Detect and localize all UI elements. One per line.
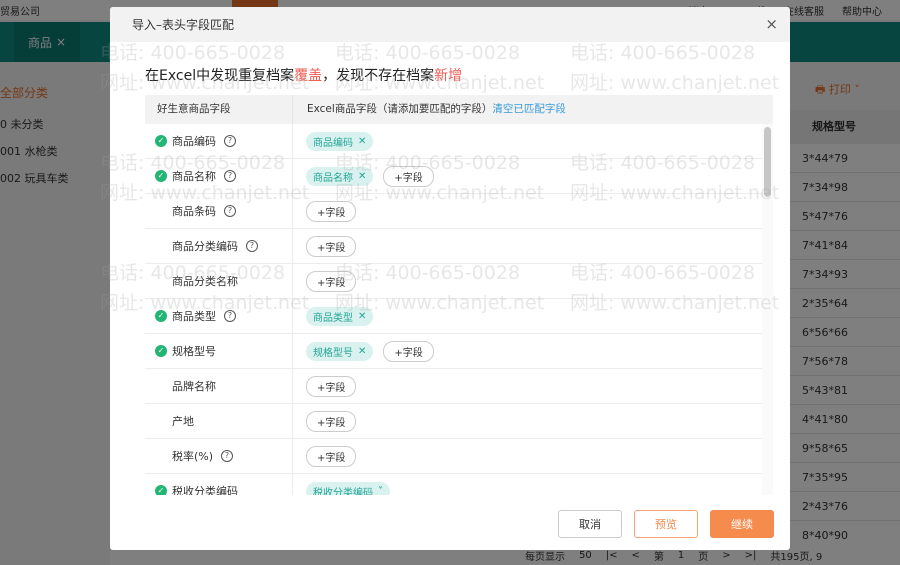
- field-label: 税收分类编码: [172, 485, 238, 495]
- header-excel-field: Excel商品字段（请添加要匹配的字段）清空已匹配字段: [293, 95, 566, 124]
- field-label: 商品条码: [172, 205, 216, 218]
- excel-field-cell: +字段: [293, 194, 357, 228]
- mapping-row: 品牌名称 +字段: [145, 369, 773, 404]
- system-field-cell: 品牌名称: [145, 369, 293, 403]
- excel-field-cell: 商品名称 ✕ +字段: [293, 159, 434, 193]
- tag-label: 税收分类编码: [313, 487, 373, 496]
- scrollbar-thumb[interactable]: [764, 127, 771, 197]
- mapping-row: ✓ 规格型号 规格型号 ✕ +字段: [145, 334, 773, 369]
- excel-field-cell: +字段: [293, 229, 357, 263]
- subtitle-overwrite: 覆盖: [294, 68, 323, 84]
- help-icon[interactable]: ?: [224, 135, 236, 147]
- dialog-subtitle: 在Excel中发现重复档案覆盖，发现不存在档案新增: [145, 65, 462, 85]
- add-field-button[interactable]: +字段: [306, 235, 357, 257]
- remove-tag-icon[interactable]: ✕: [358, 311, 366, 322]
- excel-field-cell: +字段: [293, 439, 357, 473]
- tag-label: 商品编码: [313, 137, 353, 149]
- remove-tag-icon[interactable]: ✕: [358, 346, 366, 357]
- mapping-table: 好生意商品字段 Excel商品字段（请添加要匹配的字段）清空已匹配字段 ✓ 商品编…: [145, 95, 773, 495]
- system-field-cell: 税率(%)?: [145, 439, 293, 473]
- mapping-row: 商品分类名称 +字段: [145, 264, 773, 299]
- header-excel-label: Excel商品字段（请添加要匹配的字段）: [307, 103, 493, 115]
- subtitle-text: 在Excel中发现重复档案: [145, 68, 295, 84]
- tag-label: 商品名称: [313, 172, 353, 184]
- excel-field-cell: +字段: [293, 404, 357, 438]
- check-icon: ✓: [155, 135, 167, 147]
- help-icon[interactable]: ?: [224, 310, 236, 322]
- mapping-row: ✓ 商品名称? 商品名称 ✕ +字段: [145, 159, 773, 194]
- matched-field-tag: 商品编码 ✕: [306, 131, 374, 151]
- system-field-cell: 商品分类名称: [145, 264, 293, 298]
- add-field-button[interactable]: +字段: [306, 200, 357, 222]
- help-icon[interactable]: ?: [246, 240, 258, 252]
- field-label: 规格型号: [172, 345, 216, 358]
- field-label: 税率(%): [172, 450, 214, 463]
- header-system-field: 好生意商品字段: [145, 95, 293, 124]
- system-field-cell: ✓ 商品名称?: [145, 159, 293, 193]
- matched-field-tag: 商品名称 ✕: [306, 166, 374, 186]
- matched-field-tag: 规格型号 ✕: [306, 341, 374, 361]
- excel-field-cell: 规格型号 ✕ +字段: [293, 334, 434, 368]
- field-label: 产地: [172, 415, 194, 428]
- tag-label: 商品类型: [313, 312, 353, 324]
- system-field-cell: ✓ 规格型号: [145, 334, 293, 368]
- matched-field-tag: 商品类型 ✕: [306, 306, 374, 326]
- check-icon: ✓: [155, 310, 167, 322]
- check-icon: ✓: [155, 485, 167, 495]
- mapping-row: 税率(%)? +字段: [145, 439, 773, 474]
- system-field-cell: 产地: [145, 404, 293, 438]
- mapping-row: ✓ 商品类型? 商品类型 ✕: [145, 299, 773, 334]
- add-field-button[interactable]: +字段: [306, 270, 357, 292]
- scrollbar-track[interactable]: [762, 124, 773, 495]
- mapping-row: 商品条码? +字段: [145, 194, 773, 229]
- system-field-cell: ✓ 商品编码?: [145, 124, 293, 158]
- excel-field-cell: +字段: [293, 369, 357, 403]
- field-label: 商品分类编码: [172, 240, 238, 253]
- subtitle-add: 新增: [434, 68, 463, 84]
- mapping-row: 产地 +字段: [145, 404, 773, 439]
- system-field-cell: ✓ 税收分类编码: [145, 474, 293, 495]
- add-field-button[interactable]: +字段: [306, 445, 357, 467]
- add-field-button[interactable]: +字段: [306, 410, 357, 432]
- check-icon: ✓: [155, 345, 167, 357]
- continue-button[interactable]: 继续: [710, 510, 774, 538]
- mapping-row: 商品分类编码? +字段: [145, 229, 773, 264]
- add-field-button[interactable]: +字段: [383, 165, 434, 187]
- remove-tag-icon[interactable]: ✕: [358, 136, 366, 147]
- dialog-title: 导入–表头字段匹配: [132, 18, 235, 32]
- table-header: 好生意商品字段 Excel商品字段（请添加要匹配的字段）清空已匹配字段: [145, 95, 773, 124]
- system-field-cell: 商品条码?: [145, 194, 293, 228]
- excel-field-cell: 税收分类编码 ˅: [293, 474, 390, 495]
- help-icon[interactable]: ?: [224, 205, 236, 217]
- help-icon[interactable]: ?: [221, 450, 234, 462]
- field-label: 商品名称: [172, 170, 216, 183]
- field-mapping-dialog: 导入–表头字段匹配 × 在Excel中发现重复档案覆盖，发现不存在档案新增 好生…: [110, 7, 790, 550]
- dialog-header: 导入–表头字段匹配 ×: [110, 7, 790, 42]
- excel-field-cell: +字段: [293, 264, 357, 298]
- field-label: 商品编码: [172, 135, 216, 148]
- subtitle-text: ，发现不存在档案: [322, 68, 435, 84]
- matched-field-tag: 税收分类编码 ˅: [306, 481, 390, 496]
- add-field-button[interactable]: +字段: [383, 340, 434, 362]
- cancel-button[interactable]: 取消: [558, 510, 622, 538]
- clear-matched-link[interactable]: 清空已匹配字段: [492, 103, 566, 115]
- field-label: 商品类型: [172, 310, 216, 323]
- preview-button[interactable]: 预览: [634, 510, 698, 538]
- system-field-cell: ✓ 商品类型?: [145, 299, 293, 333]
- add-field-button[interactable]: +字段: [306, 375, 357, 397]
- excel-field-cell: 商品类型 ✕: [293, 299, 374, 333]
- mapping-row: ✓ 商品编码? 商品编码 ✕: [145, 124, 773, 159]
- help-icon[interactable]: ?: [224, 170, 236, 182]
- mapping-row: ✓ 税收分类编码 税收分类编码 ˅: [145, 474, 773, 495]
- remove-tag-icon[interactable]: ✕: [358, 171, 366, 182]
- system-field-cell: 商品分类编码?: [145, 229, 293, 263]
- close-icon[interactable]: ×: [765, 15, 778, 33]
- field-label: 商品分类名称: [172, 275, 238, 288]
- check-icon: ✓: [155, 170, 167, 182]
- chevron-down-icon[interactable]: ˅: [378, 486, 383, 496]
- tag-label: 规格型号: [313, 347, 353, 359]
- excel-field-cell: 商品编码 ✕: [293, 124, 374, 158]
- field-label: 品牌名称: [172, 380, 216, 393]
